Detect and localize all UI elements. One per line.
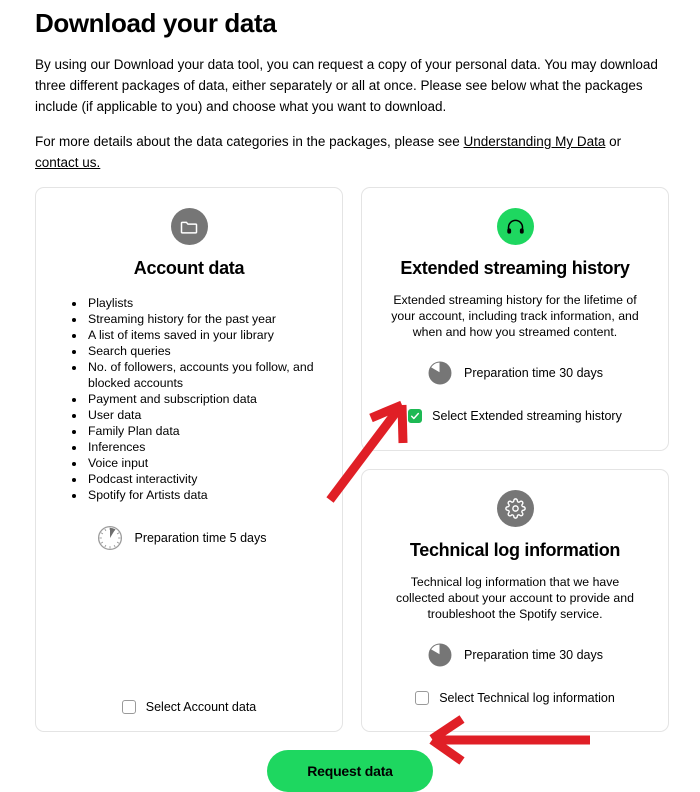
technical-log-preparation-label: Preparation time 30 days [464, 648, 603, 662]
card-extended-streaming-history[interactable]: Extended streaming history Extended stre… [361, 187, 669, 451]
headphones-icon [496, 208, 534, 245]
package-cards-container: Account data Playlists Streaming history… [35, 187, 669, 732]
checkmark-icon [411, 412, 420, 420]
card-account-data[interactable]: Account data Playlists Streaming history… [35, 187, 343, 732]
select-extended-streaming-history-row[interactable]: Select Extended streaming history [408, 408, 622, 424]
download-your-data-page: Download your data By using our Download… [0, 0, 700, 792]
clock-30-days-icon [428, 643, 452, 667]
list-item: Spotify for Artists data [86, 487, 326, 503]
select-technical-log-information-checkbox[interactable] [415, 691, 430, 705]
gear-icon [496, 490, 534, 527]
technical-log-preparation-time: Preparation time 30 days [427, 642, 603, 668]
list-item: A list of items saved in your library [86, 327, 326, 343]
select-account-data-checkbox[interactable] [121, 700, 136, 714]
select-extended-streaming-history-checkbox[interactable] [408, 409, 423, 423]
card-extended-streaming-history-description: Extended streaming history for the lifet… [391, 293, 639, 339]
card-extended-streaming-history-title: Extended streaming history [400, 258, 630, 278]
card-technical-log-information-description: Technical log information that we have c… [396, 575, 634, 621]
account-data-preparation-time: Preparation time 5 days [97, 525, 280, 551]
left-column: Account data Playlists Streaming history… [35, 187, 343, 732]
account-data-bullet-list: Playlists Streaming history for the past… [52, 295, 326, 503]
select-account-data-label: Select Account data [145, 700, 257, 714]
list-item: Voice input [86, 455, 326, 471]
list-item: Family Plan data [86, 423, 326, 439]
card-technical-log-information[interactable]: Technical log information Technical log … [361, 469, 669, 732]
intro-paragraph: By using our Download your data tool, yo… [35, 57, 658, 114]
details-paragraph: For more details about the data categori… [35, 117, 665, 173]
folder-icon [170, 208, 208, 245]
list-item: Playlists [86, 295, 326, 311]
list-item: Inferences [86, 439, 326, 455]
list-item: User data [86, 407, 326, 423]
list-item: No. of followers, accounts you follow, a… [86, 359, 326, 391]
list-item: Podcast interactivity [86, 471, 326, 487]
list-item: Payment and subscription data [86, 391, 326, 407]
page-title: Download your data [35, 8, 277, 38]
details-middle-text: or [605, 134, 622, 149]
understanding-my-data-link[interactable]: Understanding My Data [464, 134, 606, 149]
account-data-preparation-label: Preparation time 5 days [134, 531, 267, 545]
list-item: Search queries [86, 343, 326, 359]
request-data-button[interactable]: Request data [267, 750, 433, 792]
select-account-data-row[interactable]: Select Account data [121, 699, 257, 715]
clock-5-days-icon [98, 525, 123, 551]
extended-streaming-preparation-label: Preparation time 30 days [464, 366, 603, 380]
contact-us-link[interactable]: contact us. [35, 155, 100, 170]
list-item: Streaming history for the past year [86, 311, 326, 327]
clock-30-days-icon [428, 361, 452, 385]
select-technical-log-information-label: Select Technical log information [439, 691, 615, 705]
card-account-data-title: Account data [133, 258, 245, 278]
right-column: Extended streaming history Extended stre… [361, 187, 669, 732]
details-prefix-text: For more details about the data categori… [35, 134, 464, 149]
footer-actions: Request data [35, 750, 665, 792]
extended-streaming-preparation-time: Preparation time 30 days [427, 360, 603, 386]
card-technical-log-information-title: Technical log information [409, 540, 621, 560]
select-extended-streaming-history-label: Select Extended streaming history [432, 409, 622, 423]
select-technical-log-information-row[interactable]: Select Technical log information [415, 690, 615, 706]
